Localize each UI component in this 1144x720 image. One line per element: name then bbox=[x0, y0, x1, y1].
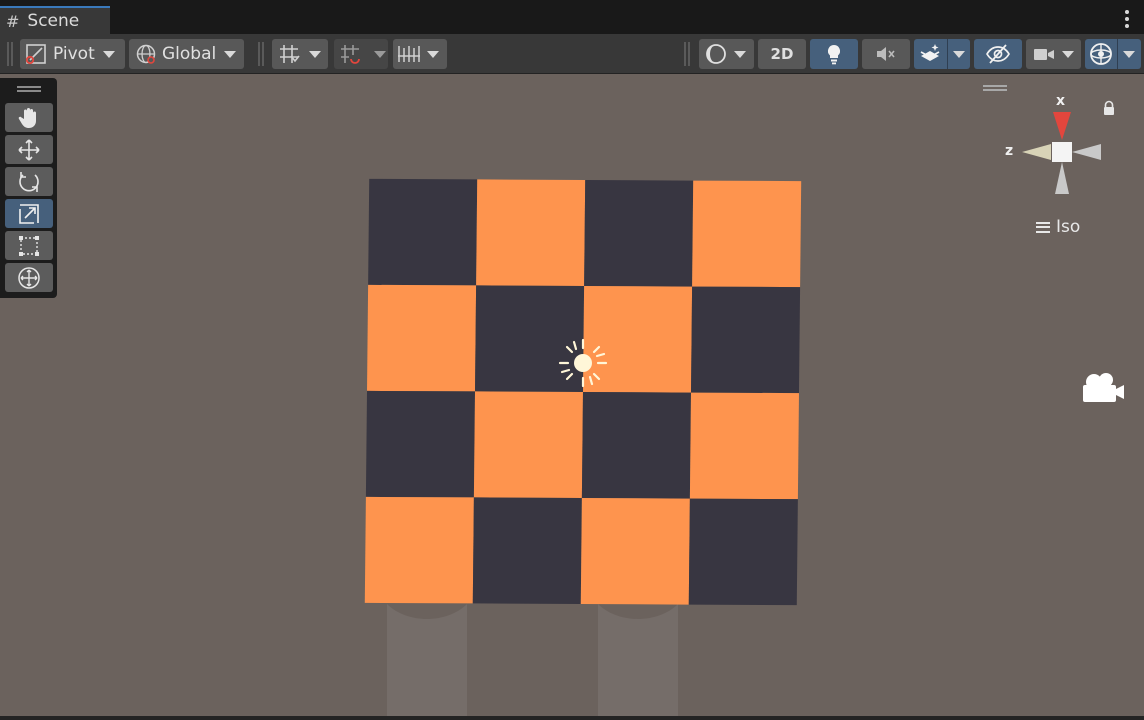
scene-visibility-toggle[interactable] bbox=[974, 39, 1022, 69]
rotate-icon bbox=[19, 171, 39, 192]
hash-grid-icon: # bbox=[6, 11, 20, 31]
plane-tile bbox=[688, 498, 798, 606]
transform-icon bbox=[18, 266, 40, 289]
chevron-down-icon bbox=[374, 50, 386, 58]
scene-lighting-toggle[interactable] bbox=[810, 39, 858, 69]
plane-tile bbox=[692, 180, 802, 288]
hidden-eye-icon bbox=[986, 44, 1010, 64]
increment-snap-button[interactable] bbox=[334, 39, 388, 69]
tab-scene[interactable]: # Scene bbox=[0, 6, 110, 34]
toolbar-grip-handle[interactable] bbox=[258, 42, 264, 66]
palette-drag-handle[interactable] bbox=[16, 86, 41, 92]
toolbar-grip-handle[interactable] bbox=[7, 42, 13, 66]
grid-snap-icon bbox=[280, 45, 300, 63]
gizmos-dropdown[interactable] bbox=[1085, 39, 1141, 69]
layers-effects-icon bbox=[920, 44, 940, 61]
plane-tile bbox=[367, 284, 477, 392]
scale-icon bbox=[19, 203, 39, 224]
audio-toggle[interactable] bbox=[862, 39, 910, 69]
chevron-down-icon bbox=[1123, 50, 1135, 58]
plane-tile bbox=[368, 178, 478, 286]
grid-visibility-button[interactable] bbox=[393, 39, 447, 69]
scene-toolbar: Pivot Global 2D bbox=[0, 34, 1144, 74]
pivot-label: Pivot bbox=[53, 44, 95, 64]
pivot-dropdown[interactable]: Pivot bbox=[20, 39, 125, 69]
effects-dropdown[interactable] bbox=[914, 39, 970, 69]
global-dropdown[interactable]: Global bbox=[129, 39, 244, 69]
draw-mode-dropdown[interactable] bbox=[699, 39, 754, 69]
toolbar-grip-handle[interactable] bbox=[684, 42, 690, 66]
plane-tile bbox=[365, 390, 476, 498]
hand-tool[interactable] bbox=[5, 103, 53, 132]
bottom-border bbox=[0, 716, 1144, 720]
rect-transform-icon bbox=[19, 235, 39, 256]
move-tool[interactable] bbox=[5, 135, 53, 164]
dropdown-divider bbox=[947, 39, 948, 69]
chevron-down-icon bbox=[309, 50, 321, 58]
plane-tile bbox=[364, 496, 474, 604]
camera-gizmo-icon[interactable] bbox=[1080, 371, 1126, 405]
scene-camera-dropdown[interactable] bbox=[1026, 39, 1081, 69]
rotate-tool[interactable] bbox=[5, 167, 53, 196]
globe-icon bbox=[136, 44, 156, 64]
muted-audio-icon bbox=[877, 47, 895, 61]
chevron-down-icon bbox=[1062, 50, 1074, 58]
move-arrows-icon bbox=[18, 138, 40, 161]
chevron-down-icon bbox=[224, 50, 237, 58]
plane-tile bbox=[690, 286, 801, 394]
gizmo-sphere-icon bbox=[1090, 43, 1112, 65]
hand-icon bbox=[18, 107, 36, 128]
dropdown-divider bbox=[1117, 39, 1118, 69]
scene-viewport[interactable]: x z Iso bbox=[0, 74, 1144, 716]
rect-tool[interactable] bbox=[5, 231, 53, 260]
tool-palette bbox=[0, 78, 57, 298]
chevron-down-icon bbox=[953, 50, 965, 58]
x-axis-label[interactable]: x bbox=[1056, 93, 1065, 109]
chevron-down-icon bbox=[734, 50, 746, 58]
plane-tile bbox=[472, 497, 582, 604]
transform-tool[interactable] bbox=[5, 263, 53, 292]
pivot-icon bbox=[25, 44, 46, 65]
reflection-artifact bbox=[387, 604, 467, 716]
ruler-grid-icon bbox=[398, 46, 420, 62]
plane-tile bbox=[689, 392, 799, 500]
tab-bar: # Scene bbox=[0, 0, 1144, 34]
lightbulb-icon bbox=[827, 44, 841, 65]
plane-tile bbox=[584, 180, 694, 287]
directional-light-icon[interactable] bbox=[557, 337, 609, 389]
snap-increment-icon bbox=[341, 45, 360, 64]
plane-tile bbox=[581, 392, 691, 499]
chevron-down-icon bbox=[427, 50, 439, 58]
plane-tile bbox=[473, 391, 583, 498]
reflection-artifact bbox=[598, 604, 678, 716]
toggle-2d-button[interactable]: 2D bbox=[758, 39, 806, 69]
chevron-down-icon bbox=[102, 50, 115, 58]
projection-label: Iso bbox=[1056, 217, 1081, 237]
more-options-icon[interactable] bbox=[1124, 10, 1130, 28]
global-label: Global bbox=[162, 44, 217, 64]
plane-tile bbox=[580, 498, 690, 605]
video-camera-icon bbox=[1034, 49, 1054, 60]
z-axis-label[interactable]: z bbox=[1005, 143, 1013, 159]
plane-tile bbox=[476, 179, 586, 286]
projection-toggle[interactable]: Iso bbox=[1036, 217, 1080, 237]
grid-snapping-button[interactable] bbox=[272, 39, 328, 69]
checkerboard-plane[interactable] bbox=[364, 178, 802, 606]
tab-scene-label: Scene bbox=[27, 11, 80, 31]
shading-mode-icon bbox=[706, 44, 726, 64]
scale-tool[interactable] bbox=[5, 199, 53, 228]
menu-lines-icon bbox=[1036, 221, 1050, 233]
